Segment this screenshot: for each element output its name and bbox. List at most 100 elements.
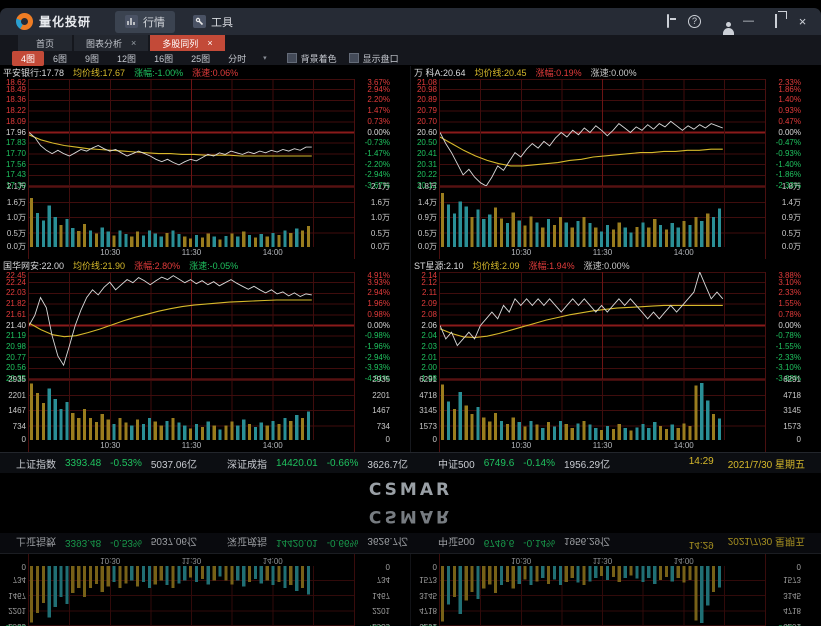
index-shanghai[interactable]: 上证指数 3393.48 -0.53% 5037.06亿 bbox=[16, 536, 197, 551]
layout-25-button[interactable]: 25图 bbox=[182, 51, 219, 66]
price-line bbox=[29, 276, 312, 366]
chevron-down-icon[interactable]: ▾ bbox=[263, 54, 267, 62]
restore-button[interactable] bbox=[769, 15, 782, 28]
volume-bar bbox=[142, 424, 145, 440]
volume-bar bbox=[694, 386, 697, 440]
chart-plot[interactable]: 10:3011:3014:00 bbox=[439, 272, 766, 452]
stock-panel-3[interactable]: 国华网安:22.00均价线:21.90涨幅:2.80%涨速:-0.05%22.4… bbox=[0, 554, 410, 626]
chart-plot[interactable]: 10:3011:3014:00 bbox=[439, 79, 766, 259]
right-axis: 3.88%3.10%2.33%1.55%0.78%0.00%-0.78%-1.5… bbox=[766, 554, 821, 626]
stock-panel-4[interactable]: ST星源:2.10均价线:2.09涨幅:1.94%涨速:0.00%2.142.1… bbox=[410, 554, 821, 626]
volume-bar bbox=[60, 409, 63, 440]
menu-quotes[interactable]: 行情 bbox=[115, 11, 175, 33]
tab-home[interactable]: 首页 bbox=[18, 35, 72, 51]
volume-bar bbox=[95, 566, 98, 584]
volume-bar bbox=[166, 421, 169, 440]
pct-tick: -3.93% bbox=[365, 364, 390, 372]
volume-chart bbox=[440, 379, 765, 440]
volume-bar bbox=[266, 426, 269, 440]
tab-chart-analysis[interactable]: 图表分析 × bbox=[74, 35, 148, 51]
stock-panel-4[interactable]: ST星源:2.10均价线:2.09涨幅:1.94%涨速:0.00%2.142.1… bbox=[410, 259, 821, 452]
background-color-label: 背景着色 bbox=[301, 52, 337, 65]
chart-plot[interactable]: 10:3011:3014:00 bbox=[439, 554, 766, 626]
menu-tools[interactable]: 工具 bbox=[183, 11, 243, 33]
intraday-button[interactable]: 分时 bbox=[219, 51, 255, 66]
price-tick: 21.19 bbox=[6, 332, 26, 340]
layout-6-button[interactable]: 6图 bbox=[44, 51, 76, 66]
volume-tick: 2201 bbox=[372, 607, 390, 615]
volume-tick: 1.6万 bbox=[7, 199, 26, 207]
volume-bar bbox=[529, 421, 532, 440]
pct-tick: 0.47% bbox=[778, 118, 801, 126]
volume-bar bbox=[48, 205, 51, 247]
avg-line bbox=[440, 305, 723, 337]
time-axis: 10:3011:3014:00 bbox=[440, 440, 765, 451]
price-tick: 2.00 bbox=[421, 364, 437, 372]
layout-12-button[interactable]: 12图 bbox=[108, 51, 145, 66]
speed-pct-label: 涨速:-0.05% bbox=[189, 259, 238, 272]
volume-bar bbox=[171, 566, 174, 588]
volume-bar bbox=[48, 566, 51, 617]
volume-tick: 0.0万 bbox=[7, 243, 26, 251]
window-controls: ? — × bbox=[661, 15, 809, 28]
time-axis: 10:3011:3014:00 bbox=[440, 247, 765, 258]
price-tick: 18.09 bbox=[6, 118, 26, 126]
tab-home-label: 首页 bbox=[36, 37, 54, 50]
index-csi500[interactable]: 中证500 6749.6 -0.14% 1956.29亿 bbox=[438, 536, 610, 551]
time-label: 14:00 bbox=[674, 441, 694, 450]
close-icon[interactable]: × bbox=[207, 39, 212, 48]
volume-bar bbox=[635, 227, 638, 247]
chart-plot[interactable]: 10:3011:3014:00 bbox=[28, 79, 355, 259]
index-csi500[interactable]: 中证500 6749.6 -0.14% 1956.29亿 bbox=[438, 456, 610, 471]
volume-bar bbox=[224, 425, 227, 440]
pct-tick: 1.55% bbox=[778, 300, 801, 308]
volume-bar bbox=[42, 221, 45, 248]
volume-bar bbox=[677, 566, 680, 578]
volume-bar bbox=[248, 424, 251, 440]
layout-4-button[interactable]: 4图 bbox=[12, 51, 44, 66]
minimize-button[interactable]: — bbox=[742, 15, 755, 28]
chart-toolbar: 4图 6图 9图 12图 16图 25图 分时 ▾ 背景着色 显示盘口 bbox=[0, 51, 821, 66]
background-color-checkbox[interactable]: 背景着色 bbox=[287, 52, 337, 65]
pct-tick: 0.73% bbox=[367, 118, 390, 126]
volume-bar bbox=[36, 213, 39, 247]
chart-plot[interactable]: 10:3011:3014:00 bbox=[28, 272, 355, 452]
index-shenzhen[interactable]: 深证成指 14420.01 -0.66% 3626.7亿 bbox=[227, 456, 408, 471]
pct-tick: -0.47% bbox=[776, 139, 801, 147]
volume-bar bbox=[718, 566, 721, 588]
close-button[interactable]: × bbox=[796, 15, 809, 28]
index-shenzhen[interactable]: 深证成指 14420.01 -0.66% 3626.7亿 bbox=[227, 536, 408, 551]
volume-bar bbox=[77, 418, 80, 440]
price-tick: 20.98 bbox=[6, 343, 26, 351]
chart-body: 2.142.122.112.092.082.062.042.032.012.00… bbox=[411, 554, 821, 626]
help-icon[interactable]: ? bbox=[688, 15, 701, 28]
volume-bar bbox=[254, 427, 257, 440]
close-icon[interactable]: × bbox=[131, 39, 136, 48]
stock-panel-1[interactable]: 平安银行:17.78均价线:17.67涨幅:-1.00%涨速:0.06%18.6… bbox=[0, 66, 410, 259]
pct-tick: -1.55% bbox=[776, 343, 801, 351]
layout-9-button[interactable]: 9图 bbox=[76, 51, 108, 66]
app-logo-icon bbox=[16, 13, 33, 30]
quotes-chart-icon bbox=[125, 15, 138, 28]
chart-plot[interactable]: 10:3011:3014:00 bbox=[28, 554, 355, 626]
layout-16-button[interactable]: 16图 bbox=[145, 51, 182, 66]
volume-bar bbox=[254, 238, 257, 247]
pct-tick: -1.86% bbox=[776, 171, 801, 179]
stock-panel-2[interactable]: 万 科A:20.64均价线:20.45涨幅:0.19%涨速:0.00%21.08… bbox=[410, 66, 821, 259]
volume-bar bbox=[600, 232, 603, 247]
tab-multi-stock[interactable]: 多股同列 × bbox=[150, 35, 224, 51]
volume-bar bbox=[171, 231, 174, 247]
volume-tick: 6291 bbox=[783, 622, 801, 626]
avg-price-label: 均价线:2.09 bbox=[473, 259, 520, 272]
index-shanghai[interactable]: 上证指数 3393.48 -0.53% 5037.06亿 bbox=[16, 456, 197, 471]
volume-bar bbox=[694, 217, 697, 247]
volume-bar bbox=[283, 231, 286, 247]
show-orderbook-checkbox[interactable]: 显示盘口 bbox=[349, 52, 399, 65]
index-name: 中证500 bbox=[438, 536, 475, 551]
volume-bar bbox=[712, 566, 715, 592]
volume-tick: 0.5万 bbox=[371, 230, 390, 238]
time-label: 10:30 bbox=[511, 248, 531, 257]
volume-bar bbox=[641, 566, 644, 582]
stock-panel-3[interactable]: 国华网安:22.00均价线:21.90涨幅:2.80%涨速:-0.05%22.4… bbox=[0, 259, 410, 452]
panel-icon[interactable] bbox=[661, 15, 674, 28]
